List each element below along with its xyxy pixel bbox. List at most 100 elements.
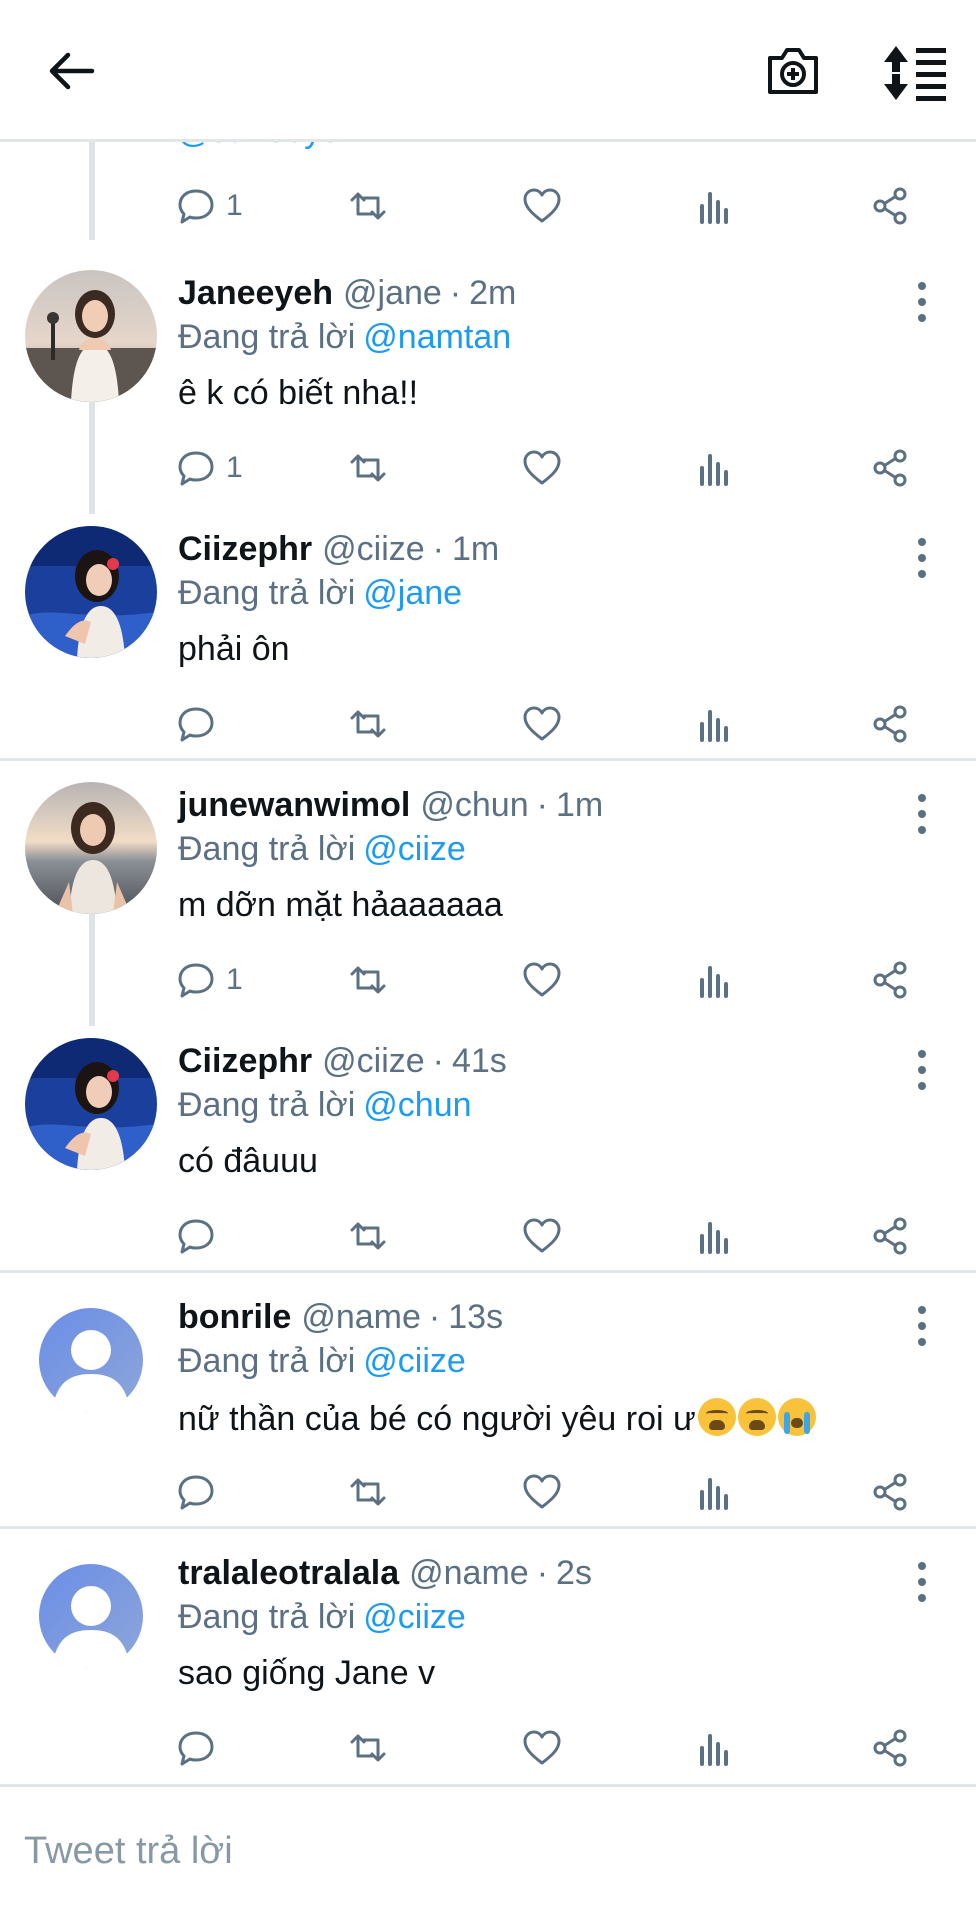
like-button[interactable] <box>522 178 562 234</box>
retweet-icon <box>350 1734 386 1762</box>
avatar[interactable] <box>25 270 157 402</box>
separator-dot: · <box>432 1042 444 1080</box>
reply-button[interactable] <box>176 696 216 752</box>
reply-button[interactable]: 1 <box>176 952 243 1008</box>
weary-face-emoji-icon <box>697 1398 736 1436</box>
reply-button[interactable] <box>176 1720 216 1776</box>
replying-to-line: Đang trả lời @namtan <box>178 318 511 357</box>
retweet-button[interactable] <box>348 1208 388 1264</box>
share-icon <box>873 1473 907 1511</box>
partial-action-bar: 1 <box>176 178 916 234</box>
replying-to-line: Đang trả lời @jane <box>178 574 462 613</box>
avatar[interactable] <box>25 1038 157 1170</box>
partial-handle-text[interactable]: @Janeeyeh <box>177 142 359 151</box>
retweet-button[interactable] <box>348 1464 388 1520</box>
heart-icon <box>523 1474 561 1509</box>
analytics-button[interactable] <box>696 952 736 1008</box>
like-button[interactable] <box>522 1464 562 1520</box>
avatar[interactable] <box>25 526 157 658</box>
like-button[interactable] <box>522 440 562 496</box>
reply-button[interactable] <box>176 1464 216 1520</box>
reply-input[interactable] <box>22 1815 956 1887</box>
avatar[interactable] <box>25 1294 157 1426</box>
more-vertical-icon <box>918 282 926 322</box>
tweet-meta: bonrile @name · 13s <box>178 1298 503 1337</box>
analytics-button[interactable] <box>696 178 736 234</box>
avatar[interactable] <box>25 1550 157 1682</box>
like-button[interactable] <box>522 1720 562 1776</box>
mention-link[interactable]: @jane <box>363 574 462 612</box>
mention-link[interactable]: @ciize <box>363 830 466 868</box>
user-photo <box>25 1038 157 1170</box>
retweet-icon <box>350 710 386 738</box>
user-photo <box>25 782 157 914</box>
retweet-button[interactable] <box>348 440 388 496</box>
tweet-action-bar: 1 <box>176 952 916 1008</box>
heart-icon <box>523 706 561 741</box>
comment-icon <box>178 189 214 224</box>
avatar[interactable] <box>25 782 157 914</box>
analytics-button[interactable] <box>696 1464 736 1520</box>
display-name[interactable]: Ciizephr <box>178 530 312 568</box>
camera-button[interactable] <box>762 40 824 102</box>
replying-to-line: Đang trả lời @ciize <box>178 830 466 869</box>
display-name[interactable]: Ciizephr <box>178 1042 312 1080</box>
user-handle: @jane <box>343 274 442 312</box>
share-button[interactable] <box>870 1208 910 1264</box>
arrow-left-icon <box>49 52 95 90</box>
more-options-button[interactable] <box>904 1558 940 1606</box>
reply-button[interactable]: 1 <box>176 440 243 496</box>
more-options-button[interactable] <box>904 790 940 838</box>
display-name[interactable]: junewanwimol <box>178 786 410 824</box>
user-handle: @ciize <box>322 530 425 568</box>
retweet-button[interactable] <box>348 178 388 234</box>
analytics-button[interactable] <box>696 696 736 752</box>
timestamp: 1m <box>555 786 604 824</box>
tweet-meta: Ciizephr @ciize · 41s <box>178 1042 507 1081</box>
like-button[interactable] <box>522 952 562 1008</box>
like-button[interactable] <box>522 696 562 752</box>
mention-link[interactable]: @chun <box>363 1086 471 1124</box>
separator-dot: · <box>536 786 548 824</box>
more-options-button[interactable] <box>904 1046 940 1094</box>
more-options-button[interactable] <box>904 278 940 326</box>
heart-icon <box>523 1730 561 1765</box>
timestamp: 2m <box>469 274 517 312</box>
analytics-button[interactable] <box>696 1208 736 1264</box>
display-name[interactable]: bonrile <box>178 1298 291 1336</box>
reply-count: 1 <box>226 451 243 484</box>
display-name[interactable]: tralaleotralala <box>178 1554 399 1592</box>
reply-button[interactable] <box>176 1208 216 1264</box>
sort-button[interactable] <box>880 42 950 104</box>
replying-to-line: Đang trả lời @ciize <box>178 1598 466 1637</box>
retweet-button[interactable] <box>348 1720 388 1776</box>
share-button[interactable] <box>870 440 910 496</box>
retweet-button[interactable] <box>348 696 388 752</box>
replying-label: Đang trả lời <box>178 830 356 868</box>
replying-label: Đang trả lời <box>178 574 356 612</box>
bar-chart-icon <box>700 1222 728 1254</box>
mention-link[interactable]: @ciize <box>363 1342 466 1380</box>
share-button[interactable] <box>870 1720 910 1776</box>
tweet-action-bar <box>176 1464 916 1520</box>
share-button[interactable] <box>870 696 910 752</box>
more-options-button[interactable] <box>904 534 940 582</box>
analytics-button[interactable] <box>696 440 736 496</box>
analytics-button[interactable] <box>696 1720 736 1776</box>
like-button[interactable] <box>522 1208 562 1264</box>
mention-link[interactable]: @namtan <box>363 318 511 356</box>
comment-icon <box>178 1731 214 1766</box>
more-options-button[interactable] <box>904 1302 940 1350</box>
share-icon <box>873 1729 907 1767</box>
display-name[interactable]: Janeeyeh <box>178 274 333 312</box>
replying-label: Đang trả lời <box>178 1598 356 1636</box>
reply-button[interactable]: 1 <box>176 178 243 234</box>
share-button[interactable] <box>870 952 910 1008</box>
share-button[interactable] <box>870 1464 910 1520</box>
user-handle: @ciize <box>322 1042 425 1080</box>
share-button[interactable] <box>870 178 910 234</box>
retweet-button[interactable] <box>348 952 388 1008</box>
mention-link[interactable]: @ciize <box>363 1598 466 1636</box>
back-button[interactable] <box>44 44 98 98</box>
tweet-action-bar <box>176 1720 916 1776</box>
